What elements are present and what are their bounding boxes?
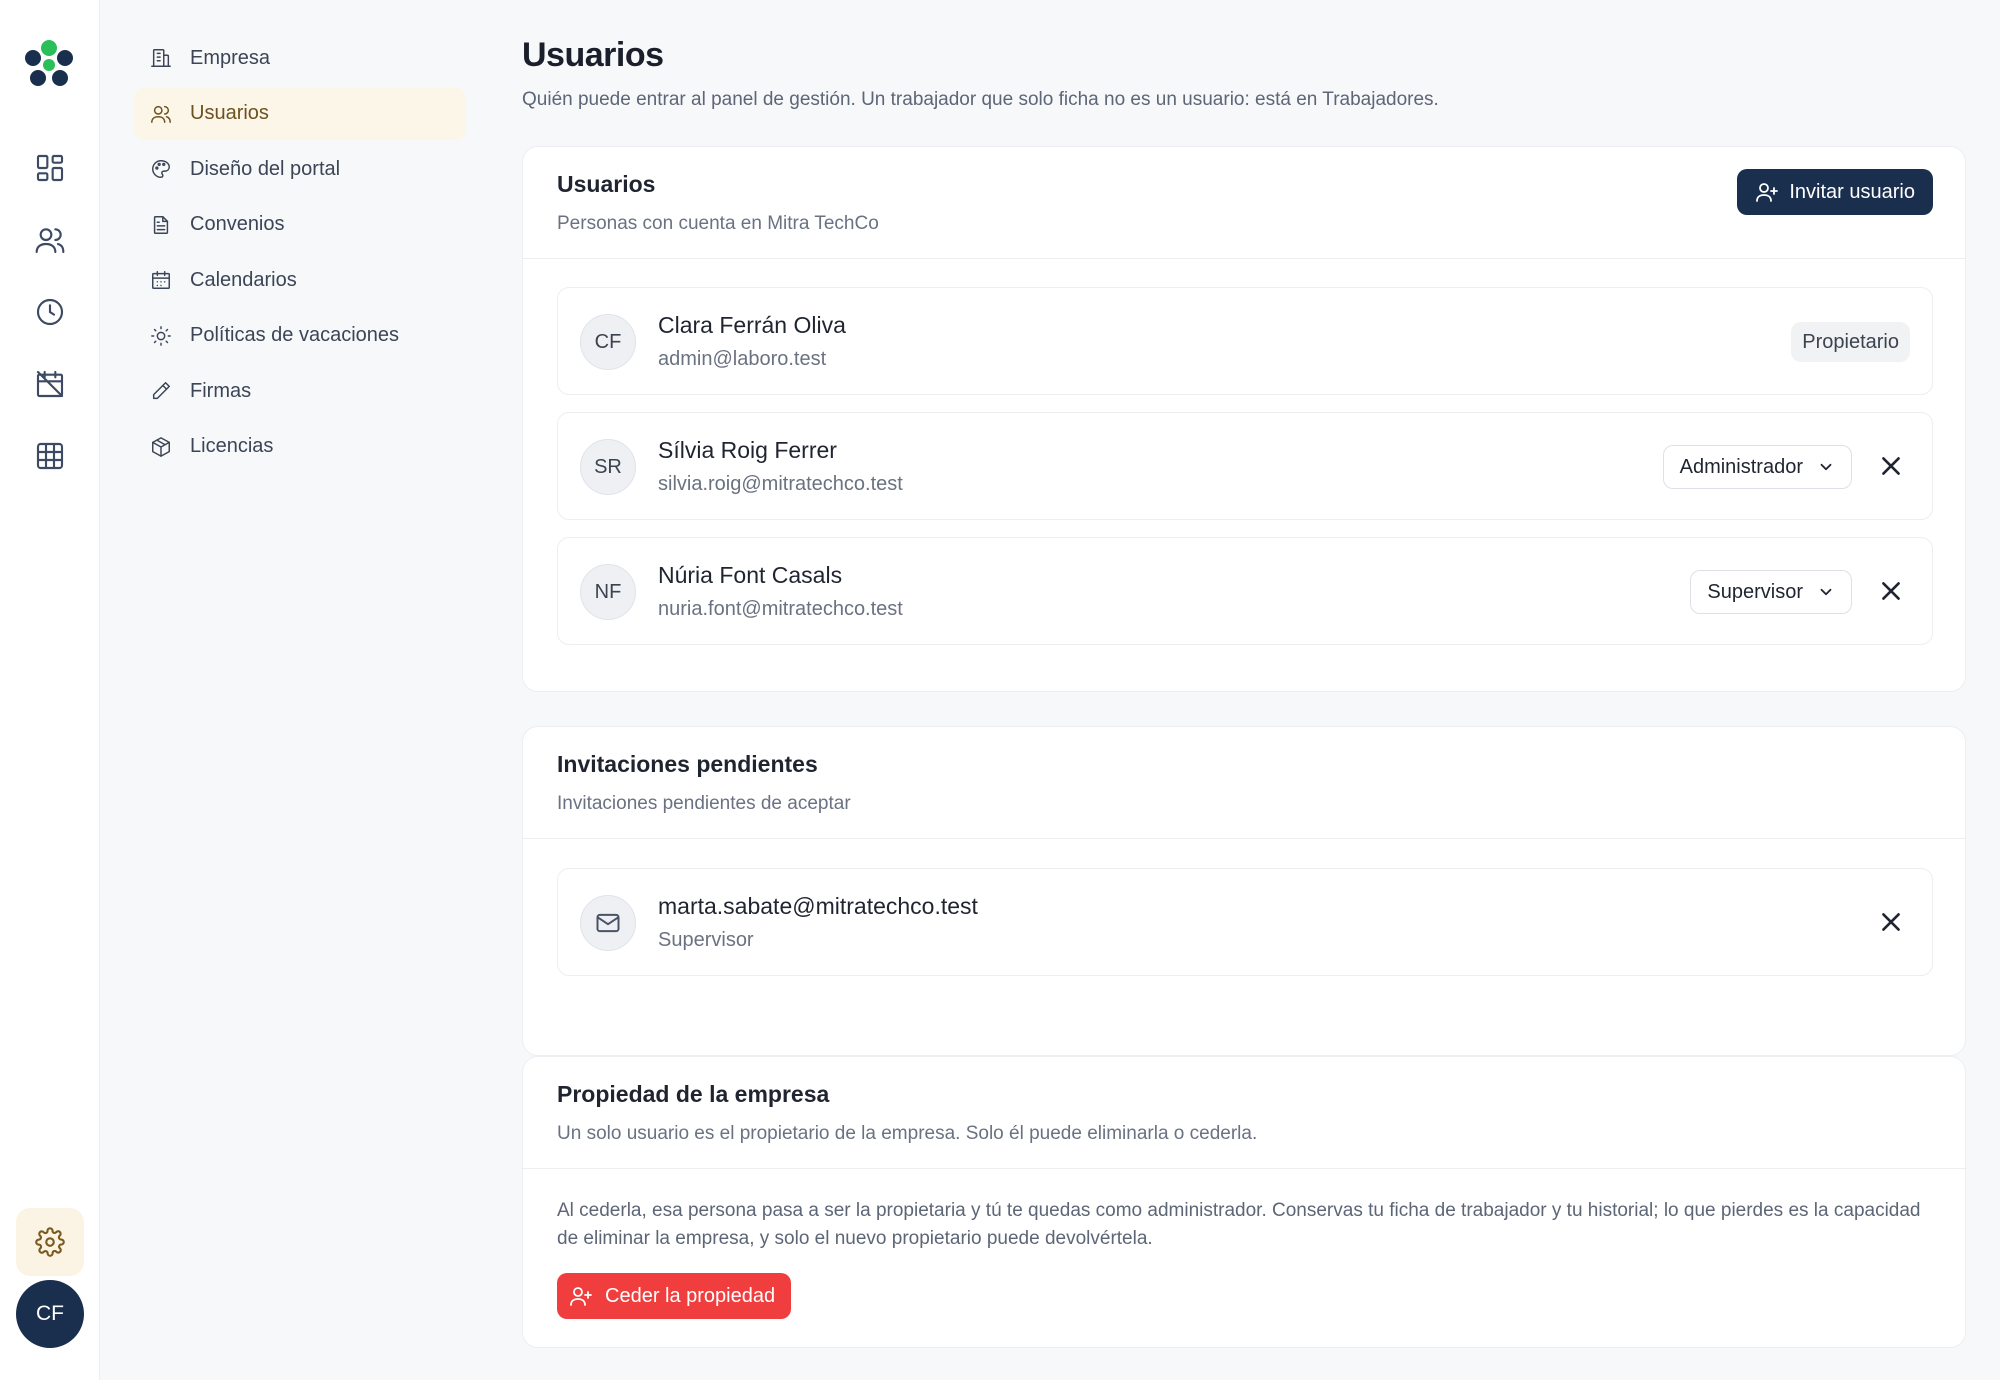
- calendar-icon: [152, 271, 170, 289]
- nav-item-label: Calendarios: [190, 268, 297, 291]
- invite-user-label: Invitar usuario: [1789, 180, 1915, 203]
- page-title: Usuarios: [522, 36, 664, 74]
- role-select[interactable]: Supervisor: [1690, 570, 1852, 614]
- cancel-invitation-button[interactable]: [1876, 907, 1906, 937]
- settings-nav: Empresa Usuarios Diseño del portal Conve…: [134, 32, 466, 476]
- nav-item-diseno-portal[interactable]: Diseño del portal: [134, 143, 466, 195]
- nav-item-label: Licencias: [190, 435, 274, 457]
- user-email: nuria.font@mitratechco.test: [658, 598, 903, 620]
- users-card: Usuarios Personas con cuenta en Mitra Te…: [522, 146, 1966, 692]
- clock-icon[interactable]: [26, 288, 74, 336]
- dashboard-icon[interactable]: [26, 144, 74, 192]
- nav-item-label: Empresa: [190, 46, 271, 69]
- icon-rail: CF: [0, 0, 100, 1380]
- user-row: CF Clara Ferrán Oliva admin@laboro.test …: [557, 287, 1933, 395]
- user-row: SR Sílvia Roig Ferrer silvia.roig@mitrat…: [557, 412, 1933, 520]
- users-icon: [151, 105, 171, 123]
- document-icon: [153, 215, 169, 234]
- role-select-value: Administrador: [1679, 455, 1803, 478]
- people-icon[interactable]: [26, 216, 74, 264]
- pen-icon: [152, 382, 170, 400]
- close-icon: [1882, 582, 1900, 600]
- invitation-role: Supervisor: [658, 929, 754, 951]
- nav-item-label: Usuarios: [190, 102, 269, 124]
- nav-item-calendarios[interactable]: Calendarios: [134, 254, 466, 306]
- chevron-down-icon: [1820, 463, 1832, 471]
- nav-item-label: Firmas: [190, 379, 252, 402]
- transfer-ownership-label: Ceder la propiedad: [605, 1284, 776, 1307]
- user-avatar: SR: [580, 439, 636, 495]
- user-avatar: NF: [580, 564, 636, 620]
- calendar-off-icon[interactable]: [26, 360, 74, 408]
- owner-badge: Propietario: [1791, 322, 1910, 362]
- invitations-card-title: Invitaciones pendientes: [557, 751, 818, 777]
- nav-item-firmas[interactable]: Firmas: [134, 365, 466, 417]
- ownership-card-title: Propiedad de la empresa: [557, 1081, 830, 1107]
- invitation-row: marta.sabate@mitratechco.test Supervisor: [557, 868, 1933, 976]
- ownership-explanation: Al cederla, esa persona pasa a ser la pr…: [557, 1200, 1921, 1249]
- user-email: silvia.roig@mitratechco.test: [658, 473, 903, 495]
- users-card-title: Usuarios: [557, 171, 656, 197]
- invitations-card: Invitaciones pendientes Invitaciones pen…: [522, 726, 1966, 1056]
- invitation-avatar: [580, 895, 636, 951]
- nav-item-label: Diseño del portal: [190, 157, 341, 180]
- app-logo-icon[interactable]: [22, 38, 76, 92]
- nav-item-label: Políticas de vacaciones: [190, 324, 400, 346]
- package-icon: [152, 436, 170, 457]
- nav-item-politicas-vacaciones[interactable]: Políticas de vacaciones: [134, 310, 466, 362]
- close-icon: [1882, 457, 1900, 475]
- role-select-value: Supervisor: [1707, 580, 1803, 603]
- main-content: Usuarios Quién puede entrar al panel de …: [522, 36, 1966, 1348]
- palette-icon: [152, 160, 170, 178]
- nav-item-label: Convenios: [190, 213, 285, 235]
- nav-item-empresa[interactable]: Empresa: [134, 32, 466, 84]
- remove-user-button[interactable]: [1876, 451, 1906, 481]
- user-name: Núria Font Casals: [658, 562, 843, 588]
- nav-item-usuarios[interactable]: Usuarios: [134, 87, 466, 140]
- sun-icon: [151, 325, 171, 346]
- users-card-header: Usuarios Personas con cuenta en Mitra Te…: [523, 147, 1965, 259]
- user-avatar: CF: [580, 314, 636, 370]
- invitations-card-description: Invitaciones pendientes de aceptar: [557, 793, 851, 814]
- invitations-card-header: Invitaciones pendientes Invitaciones pen…: [523, 727, 1965, 839]
- user-name: Clara Ferrán Oliva: [658, 312, 846, 338]
- invite-user-button[interactable]: Invitar usuario: [1737, 169, 1933, 215]
- mail-icon: [596, 913, 620, 933]
- chevron-down-icon: [1820, 588, 1832, 596]
- remove-user-button[interactable]: [1876, 576, 1906, 606]
- role-select[interactable]: Administrador: [1662, 445, 1852, 489]
- close-icon: [1882, 913, 1900, 931]
- invitation-email: marta.sabate@mitratechco.test: [658, 893, 978, 919]
- user-email: admin@laboro.test: [658, 348, 827, 370]
- user-plus-icon: [1756, 183, 1779, 202]
- page-subtitle: Quién puede entrar al panel de gestión. …: [522, 89, 1439, 110]
- user-row: NF Núria Font Casals nuria.font@mitratec…: [557, 537, 1933, 645]
- building-icon: [151, 49, 171, 67]
- user-name: Sílvia Roig Ferrer: [658, 437, 837, 463]
- user-avatar[interactable]: CF: [16, 1280, 84, 1348]
- user-plus-icon: [570, 1287, 592, 1306]
- ownership-card-description: Un solo usuario es el propietario de la …: [557, 1123, 1258, 1144]
- transfer-ownership-button[interactable]: Ceder la propiedad: [557, 1273, 792, 1319]
- table-icon[interactable]: [26, 432, 74, 480]
- nav-item-licencias[interactable]: Licencias: [134, 421, 466, 473]
- ownership-card: Propiedad de la empresa Un solo usuario …: [522, 1056, 1966, 1348]
- users-card-description: Personas con cuenta en Mitra TechCo: [557, 213, 879, 234]
- nav-item-convenios[interactable]: Convenios: [134, 199, 466, 251]
- ownership-card-header: Propiedad de la empresa Un solo usuario …: [523, 1057, 1965, 1169]
- settings-icon[interactable]: [16, 1208, 84, 1276]
